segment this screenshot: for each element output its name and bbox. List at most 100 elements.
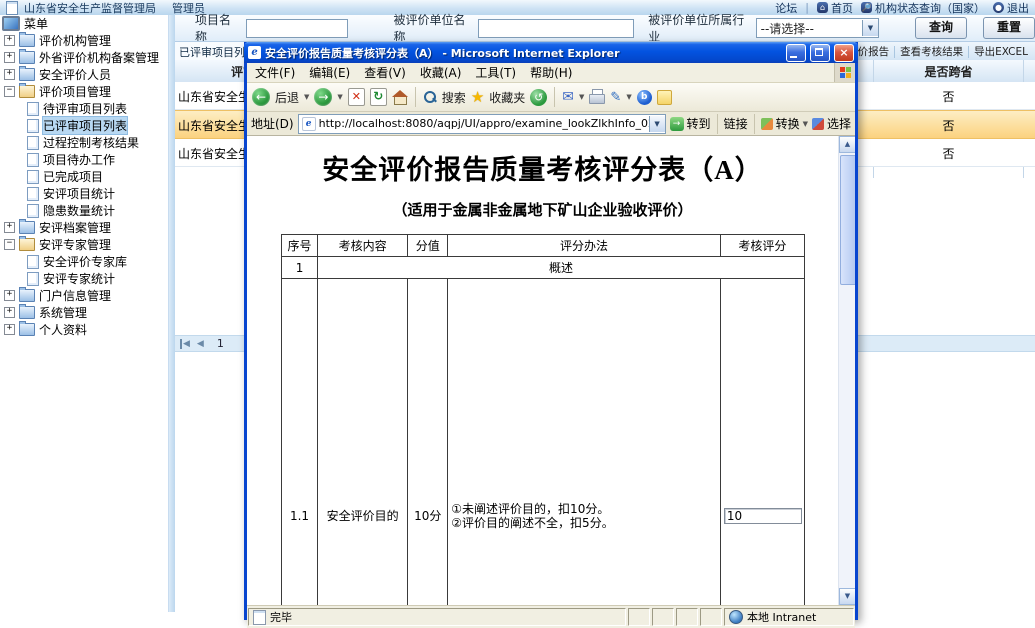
- address-dropdown-icon[interactable]: ▼: [649, 116, 665, 132]
- sidebar-subitem[interactable]: 安全评价专家库: [0, 253, 168, 270]
- query-button[interactable]: 查询: [915, 17, 967, 39]
- vertical-scrollbar[interactable]: ▲ ▼: [838, 136, 855, 605]
- reset-button[interactable]: 重置: [983, 17, 1035, 39]
- link-home[interactable]: ⌂首页: [817, 0, 853, 16]
- sidebar-subitem[interactable]: 待评审项目列表: [0, 100, 168, 117]
- forward-icon[interactable]: →: [314, 88, 332, 106]
- sidebar-subitem[interactable]: 隐患数量统计: [0, 202, 168, 219]
- expand-icon[interactable]: +: [4, 35, 15, 46]
- expand-icon[interactable]: +: [4, 222, 15, 233]
- sidebar-subitem[interactable]: 已完成项目: [0, 168, 168, 185]
- cross-province-column-header: 是否跨省: [874, 63, 1023, 80]
- view-assess-result-button[interactable]: 查看考核结果: [895, 44, 968, 59]
- ie-popup-window: e 安全评价报告质量考核评分表（A） - Microsoft Internet …: [244, 42, 858, 620]
- menu-bar: 文件(F) 编辑(E) 查看(V) 收藏(A) 工具(T) 帮助(H): [247, 63, 855, 83]
- sidebar-subitem[interactable]: 安评项目统计: [0, 185, 168, 202]
- chevron-down-icon[interactable]: ▼: [862, 20, 878, 36]
- page-icon: [27, 187, 39, 201]
- collapse-icon[interactable]: −: [4, 239, 15, 250]
- page-icon: [27, 102, 39, 116]
- score-column-header: 考核内容: [318, 235, 408, 257]
- expand-icon[interactable]: +: [4, 290, 15, 301]
- messenger-icon[interactable]: b: [637, 90, 652, 105]
- address-input[interactable]: e http://localhost:8080/aqpj/UI/appro/ex…: [298, 114, 666, 134]
- sidebar-subitem[interactable]: 过程控制考核结果: [0, 134, 168, 151]
- prev-page-icon[interactable]: ◀: [197, 339, 204, 349]
- sidebar-item[interactable]: +个人资料: [0, 321, 168, 338]
- expand-icon[interactable]: +: [4, 324, 15, 335]
- sidebar-item[interactable]: +门户信息管理: [0, 287, 168, 304]
- back-icon[interactable]: ←: [252, 88, 270, 106]
- edit-icon[interactable]: ✎: [610, 90, 621, 105]
- unit-name-input[interactable]: [478, 19, 634, 38]
- collapse-icon[interactable]: −: [4, 86, 15, 97]
- ie-toolbar: ← 后退 ▼ → ▼ ✕ ↻ 搜索 ★ 收藏夹 ↺ ✉ ▼ ✎ ▼ b: [247, 83, 855, 112]
- scroll-down-icon[interactable]: ▼: [839, 588, 855, 605]
- menu-view[interactable]: 查看(V): [357, 64, 413, 81]
- page-e-icon: e: [302, 117, 316, 131]
- stop-icon[interactable]: ✕: [348, 88, 365, 106]
- links-label[interactable]: 链接: [724, 115, 748, 132]
- window-titlebar[interactable]: e 安全评价报告质量考核评分表（A） - Microsoft Internet …: [244, 42, 858, 63]
- scroll-thumb[interactable]: [840, 155, 855, 285]
- expand-icon[interactable]: +: [4, 307, 15, 318]
- export-excel-button[interactable]: 导出EXCEL: [969, 44, 1033, 59]
- sidebar-item[interactable]: −安评专家管理: [0, 236, 168, 253]
- score-column-header: 评分办法: [448, 235, 721, 257]
- link-logout[interactable]: ●退出: [993, 0, 1029, 16]
- cross-province-cell: 否: [874, 117, 1023, 134]
- expand-icon[interactable]: +: [4, 52, 15, 63]
- score-table-body: 1概述1.1安全评价目的10分①未阐述评价目的，扣10分。 ②评价目的阐述不全，…: [282, 257, 805, 606]
- first-page-icon[interactable]: ◀: [180, 339, 190, 349]
- mail-icon[interactable]: ✉: [562, 89, 574, 105]
- maximize-button[interactable]: [810, 44, 830, 62]
- folder-icon: [19, 306, 35, 319]
- minimize-button[interactable]: [786, 44, 806, 62]
- score-table: 序号考核内容分值评分办法考核评分 1概述1.1安全评价目的10分①未阐述评价目的…: [281, 234, 805, 605]
- sidebar-item[interactable]: +安评档案管理: [0, 219, 168, 236]
- sidebar-subitem[interactable]: 已评审项目列表: [0, 117, 168, 134]
- top-bar: 山东省安全生产监督管理局 管理员 论坛 | ⌂首页 🔎机构状态查询（国家） ●退…: [0, 0, 1035, 16]
- project-name-input[interactable]: [246, 19, 348, 38]
- home-page-icon[interactable]: [392, 90, 408, 104]
- sidebar-subitem[interactable]: 项目待办工作: [0, 151, 168, 168]
- menu-tools[interactable]: 工具(T): [468, 64, 523, 81]
- favorites-star-icon[interactable]: ★: [471, 90, 484, 104]
- convert-button[interactable]: 转换 ▼: [761, 115, 808, 132]
- menu-file[interactable]: 文件(F): [248, 64, 302, 81]
- cross-province-cell: 否: [874, 88, 1023, 105]
- notes-icon[interactable]: [657, 90, 672, 105]
- convert-icon: [761, 118, 773, 130]
- menu-edit[interactable]: 编辑(E): [302, 64, 357, 81]
- window-title: 安全评价报告质量考核评分表（A） - Microsoft Internet Ex…: [265, 45, 782, 61]
- folder-icon: [19, 323, 35, 336]
- logout-icon: ●: [993, 2, 1004, 13]
- sidebar-item[interactable]: +评价机构管理: [0, 32, 168, 49]
- link-forum[interactable]: 论坛: [775, 0, 797, 16]
- menu-favorites[interactable]: 收藏(A): [413, 64, 469, 81]
- search-toolbar-icon[interactable]: [423, 90, 437, 104]
- select-icon: [812, 118, 824, 130]
- history-icon[interactable]: ↺: [530, 89, 547, 106]
- intranet-globe-icon: [729, 610, 743, 624]
- score-row: 1.1安全评价目的10分①未阐述评价目的，扣10分。 ②评价目的阐述不全，扣5分…: [282, 279, 805, 606]
- sidebar-subitem[interactable]: 安评专家统计: [0, 270, 168, 287]
- go-button[interactable]: → 转到: [670, 115, 711, 132]
- select-button[interactable]: 选择: [812, 115, 851, 132]
- menu-help[interactable]: 帮助(H): [523, 64, 579, 81]
- scroll-up-icon[interactable]: ▲: [839, 136, 855, 153]
- print-icon[interactable]: [589, 92, 605, 104]
- refresh-icon[interactable]: ↻: [370, 88, 387, 106]
- sidebar-item[interactable]: −评价项目管理: [0, 83, 168, 100]
- sidebar-item[interactable]: +外省评价机构备案管理: [0, 49, 168, 66]
- industry-select[interactable]: --请选择-- ▼: [756, 18, 879, 38]
- score-input[interactable]: [724, 508, 802, 524]
- sidebar-item[interactable]: +安全评价人员: [0, 66, 168, 83]
- close-button[interactable]: ×: [834, 44, 854, 62]
- sidebar-root[interactable]: 菜单: [0, 15, 168, 32]
- link-org-status-query[interactable]: 🔎机构状态查询（国家）: [861, 0, 985, 16]
- sidebar-item[interactable]: +系统管理: [0, 304, 168, 321]
- search-form: 项目名称 被评价单位名称 被评价单位所属行业 --请选择-- ▼ 查询 重置: [175, 15, 1035, 41]
- page-icon: [27, 153, 39, 167]
- expand-icon[interactable]: +: [4, 69, 15, 80]
